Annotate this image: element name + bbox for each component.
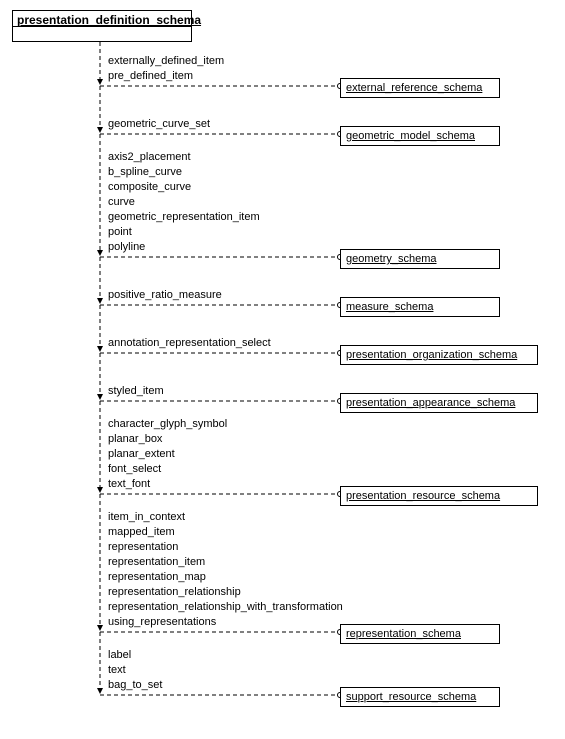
target-schema-box: presentation_appearance_schema bbox=[340, 393, 538, 413]
attribute-group: axis2_placementb_spline_curvecomposite_c… bbox=[108, 150, 260, 255]
attribute-label: curve bbox=[108, 195, 260, 210]
target-schema-box: representation_schema bbox=[340, 624, 500, 644]
attribute-label: geometric_representation_item bbox=[108, 210, 260, 225]
attribute-label: externally_defined_item bbox=[108, 54, 224, 69]
attribute-group: item_in_contextmapped_itemrepresentation… bbox=[108, 510, 343, 630]
attribute-label: planar_extent bbox=[108, 447, 227, 462]
attribute-label: mapped_item bbox=[108, 525, 343, 540]
attribute-group: styled_item bbox=[108, 384, 164, 399]
target-schema-box: presentation_organization_schema bbox=[340, 345, 538, 365]
attribute-label: representation_item bbox=[108, 555, 343, 570]
attribute-label: label bbox=[108, 648, 162, 663]
main-schema-box: presentation_definition_schema bbox=[12, 10, 192, 42]
attribute-label: styled_item bbox=[108, 384, 164, 399]
attribute-label: composite_curve bbox=[108, 180, 260, 195]
main-schema-body bbox=[13, 27, 191, 41]
attribute-group: externally_defined_itempre_defined_item bbox=[108, 54, 224, 84]
attribute-label: axis2_placement bbox=[108, 150, 260, 165]
target-schema-box: external_reference_schema bbox=[340, 78, 500, 98]
attribute-label: annotation_representation_select bbox=[108, 336, 271, 351]
attribute-label: using_representations bbox=[108, 615, 343, 630]
attribute-label: text bbox=[108, 663, 162, 678]
attribute-label: pre_defined_item bbox=[108, 69, 224, 84]
target-schema-box: geometry_schema bbox=[340, 249, 500, 269]
attribute-group: positive_ratio_measure bbox=[108, 288, 222, 303]
attribute-label: representation_relationship bbox=[108, 585, 343, 600]
target-schema-box: measure_schema bbox=[340, 297, 500, 317]
attribute-label: planar_box bbox=[108, 432, 227, 447]
attribute-label: representation bbox=[108, 540, 343, 555]
attribute-label: bag_to_set bbox=[108, 678, 162, 693]
attribute-label: point bbox=[108, 225, 260, 240]
attribute-label: b_spline_curve bbox=[108, 165, 260, 180]
attribute-label: polyline bbox=[108, 240, 260, 255]
target-schema-box: presentation_resource_schema bbox=[340, 486, 538, 506]
attribute-label: item_in_context bbox=[108, 510, 343, 525]
attribute-label: positive_ratio_measure bbox=[108, 288, 222, 303]
attribute-label: representation_relationship_with_transfo… bbox=[108, 600, 343, 615]
attribute-group: annotation_representation_select bbox=[108, 336, 271, 351]
attribute-label: text_font bbox=[108, 477, 227, 492]
attribute-label: geometric_curve_set bbox=[108, 117, 210, 132]
attribute-label: representation_map bbox=[108, 570, 343, 585]
attribute-group: labeltextbag_to_set bbox=[108, 648, 162, 693]
attribute-group: geometric_curve_set bbox=[108, 117, 210, 132]
target-schema-box: geometric_model_schema bbox=[340, 126, 500, 146]
attribute-label: font_select bbox=[108, 462, 227, 477]
attribute-group: character_glyph_symbolplanar_boxplanar_e… bbox=[108, 417, 227, 492]
target-schema-box: support_resource_schema bbox=[340, 687, 500, 707]
attribute-label: character_glyph_symbol bbox=[108, 417, 227, 432]
main-schema-title: presentation_definition_schema bbox=[13, 11, 191, 27]
